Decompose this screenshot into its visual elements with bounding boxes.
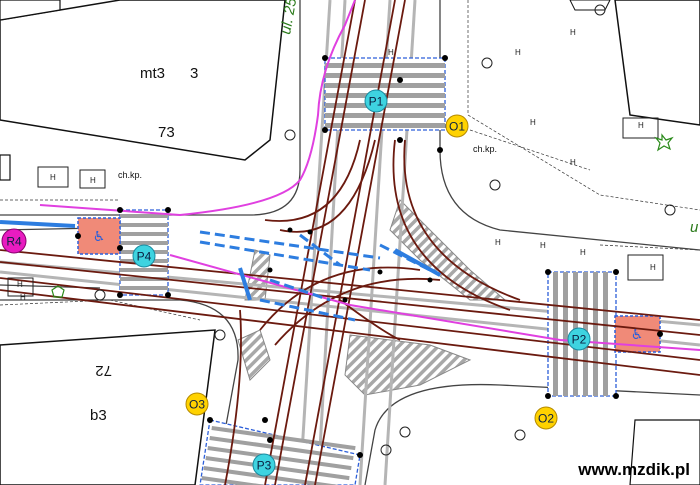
- building-number-top-left: 3: [190, 65, 198, 82]
- crossing-label-p2: P2: [572, 333, 587, 347]
- watermark: www.mzdik.pl: [577, 460, 690, 479]
- crossing-label-p4: P4: [137, 250, 152, 264]
- hydrant-symbol: H: [17, 280, 23, 289]
- hydrant-symbol: H: [50, 173, 56, 182]
- signal-marker-o1[interactable]: O1: [445, 114, 469, 138]
- building-bottom-left: [0, 329, 216, 485]
- hydrant-symbol: H: [570, 158, 576, 167]
- hydrant-symbol: H: [515, 48, 521, 57]
- tram-stop-island-left: ♿: [77, 217, 121, 255]
- signal-label-o3: O3: [189, 398, 205, 412]
- building-extra-top-left: 73: [158, 124, 175, 141]
- chkp-label-left: ch.kp.: [118, 170, 142, 180]
- street-label-right: u: [690, 219, 699, 236]
- hydrant-symbol: H: [495, 238, 501, 247]
- crossing-marker-p2[interactable]: P2: [567, 327, 591, 351]
- crossing-label-p3: P3: [257, 459, 272, 473]
- crossing-marker-p4[interactable]: P4: [132, 244, 156, 268]
- hydrant-symbol: H: [530, 118, 536, 127]
- crossing-marker-p3[interactable]: P3: [252, 453, 276, 477]
- hydrant-symbol: H: [90, 176, 96, 185]
- building-name-top-left: mt3: [140, 65, 165, 82]
- svg-text:♿: ♿: [93, 229, 106, 245]
- building-top-right: [569, 0, 700, 126]
- signal-marker-o2[interactable]: O2: [534, 406, 558, 430]
- stop-marker-r4[interactable]: R4: [1, 228, 27, 254]
- building-number-bottom-left: 72: [95, 362, 112, 379]
- intersection-map: ♿ ♿ H H H H H H H H H H H H H H mt3 3 73…: [0, 0, 700, 485]
- signal-marker-o3[interactable]: O3: [185, 392, 209, 416]
- signal-label-o1: O1: [449, 120, 465, 134]
- hydrant-symbol: H: [570, 28, 576, 37]
- chkp-label-right: ch.kp.: [473, 144, 497, 154]
- hydrant-symbol: H: [638, 121, 644, 130]
- crossing-marker-p1[interactable]: P1: [364, 89, 388, 113]
- hydrant-symbol: H: [580, 248, 586, 257]
- building-name-bottom-left: b3: [90, 407, 107, 424]
- crosswalk-p3: [199, 419, 361, 485]
- stop-label-r4: R4: [6, 235, 22, 249]
- hydrant-symbol: H: [540, 241, 546, 250]
- hydrant-symbol: H: [388, 48, 394, 57]
- hydrant-symbol: H: [650, 263, 656, 272]
- building-top-left: [0, 0, 286, 181]
- crossing-label-p1: P1: [369, 95, 384, 109]
- signal-label-o2: O2: [538, 412, 554, 426]
- hydrant-symbol: H: [20, 293, 26, 302]
